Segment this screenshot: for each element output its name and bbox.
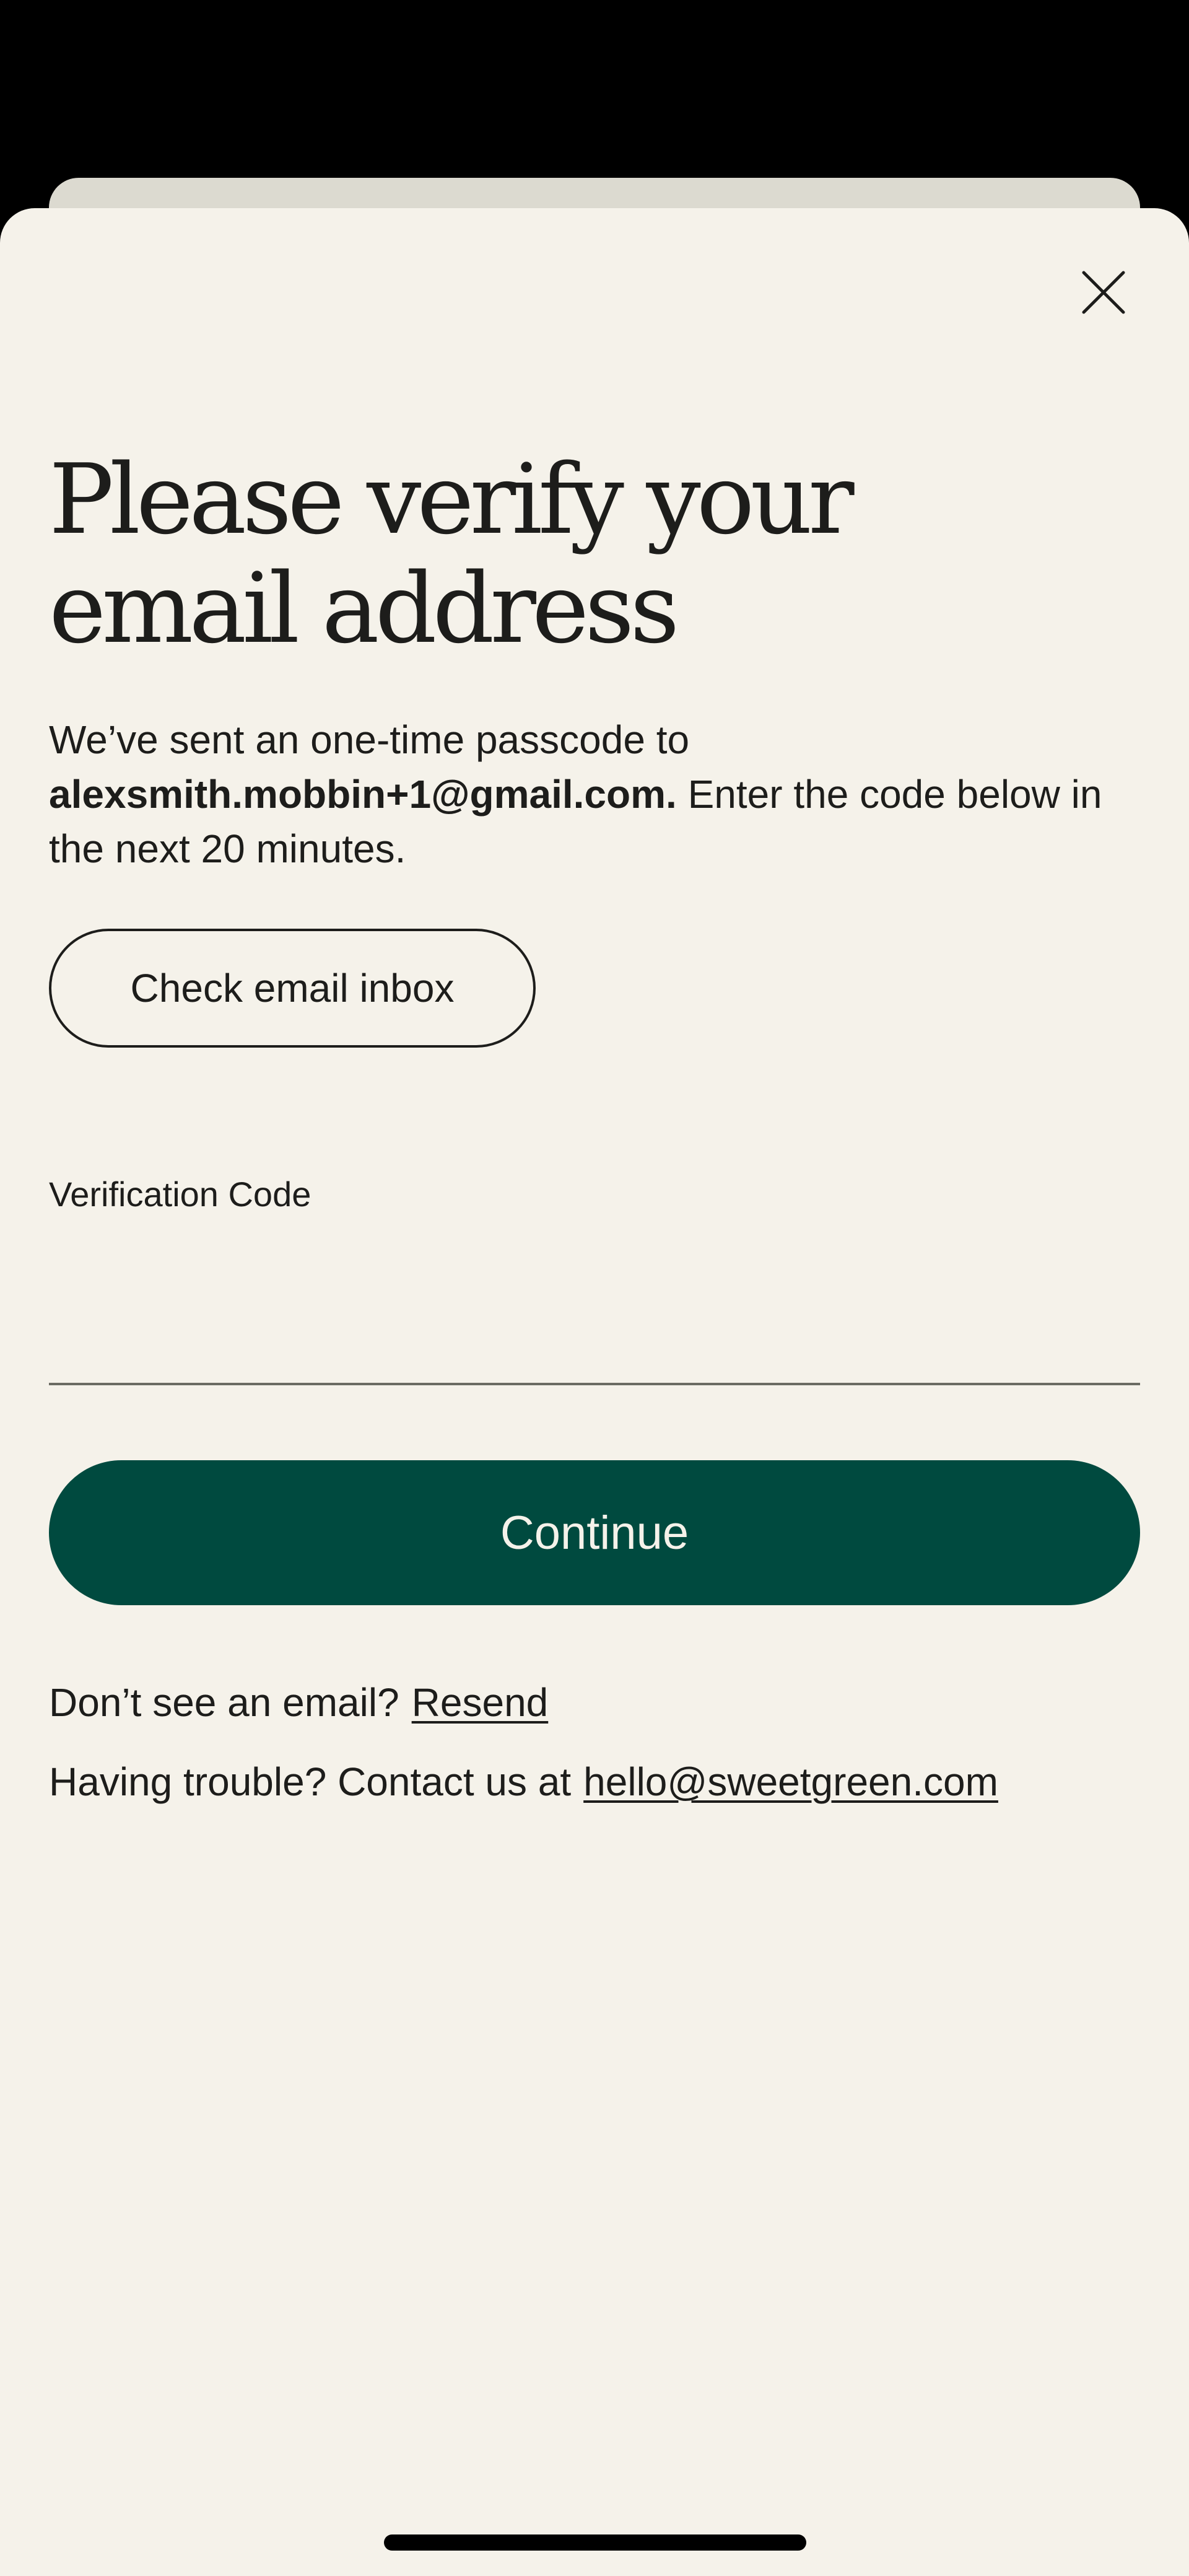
recipient-email: alexsmith.mobbin+1@gmail.com. (49, 772, 677, 817)
support-email-link[interactable]: hello@sweetgreen.com (583, 1759, 998, 1804)
resend-row: Don’t see an email? Resend (49, 1675, 548, 1730)
resend-link[interactable]: Resend (412, 1680, 549, 1725)
trouble-prompt: Having trouble? Contact us at (49, 1759, 572, 1804)
resend-prompt: Don’t see an email? (49, 1680, 399, 1725)
check-email-inbox-button[interactable]: Check email inbox (49, 929, 536, 1048)
description-intro: We’ve sent an one-time passcode to (49, 717, 690, 762)
verification-code-input[interactable] (49, 1233, 1140, 1385)
continue-button[interactable]: Continue (49, 1460, 1140, 1605)
support-row: Having trouble? Contact us at hello@sweet… (49, 1755, 998, 1809)
page-title: Please verify your email address (49, 443, 855, 665)
verification-description: We’ve sent an one-time passcode to alexs… (49, 712, 1151, 876)
close-icon (1082, 271, 1125, 314)
home-indicator[interactable] (384, 2534, 806, 2551)
verification-code-label: Verification Code (49, 1175, 311, 1214)
close-button[interactable] (1071, 260, 1136, 325)
